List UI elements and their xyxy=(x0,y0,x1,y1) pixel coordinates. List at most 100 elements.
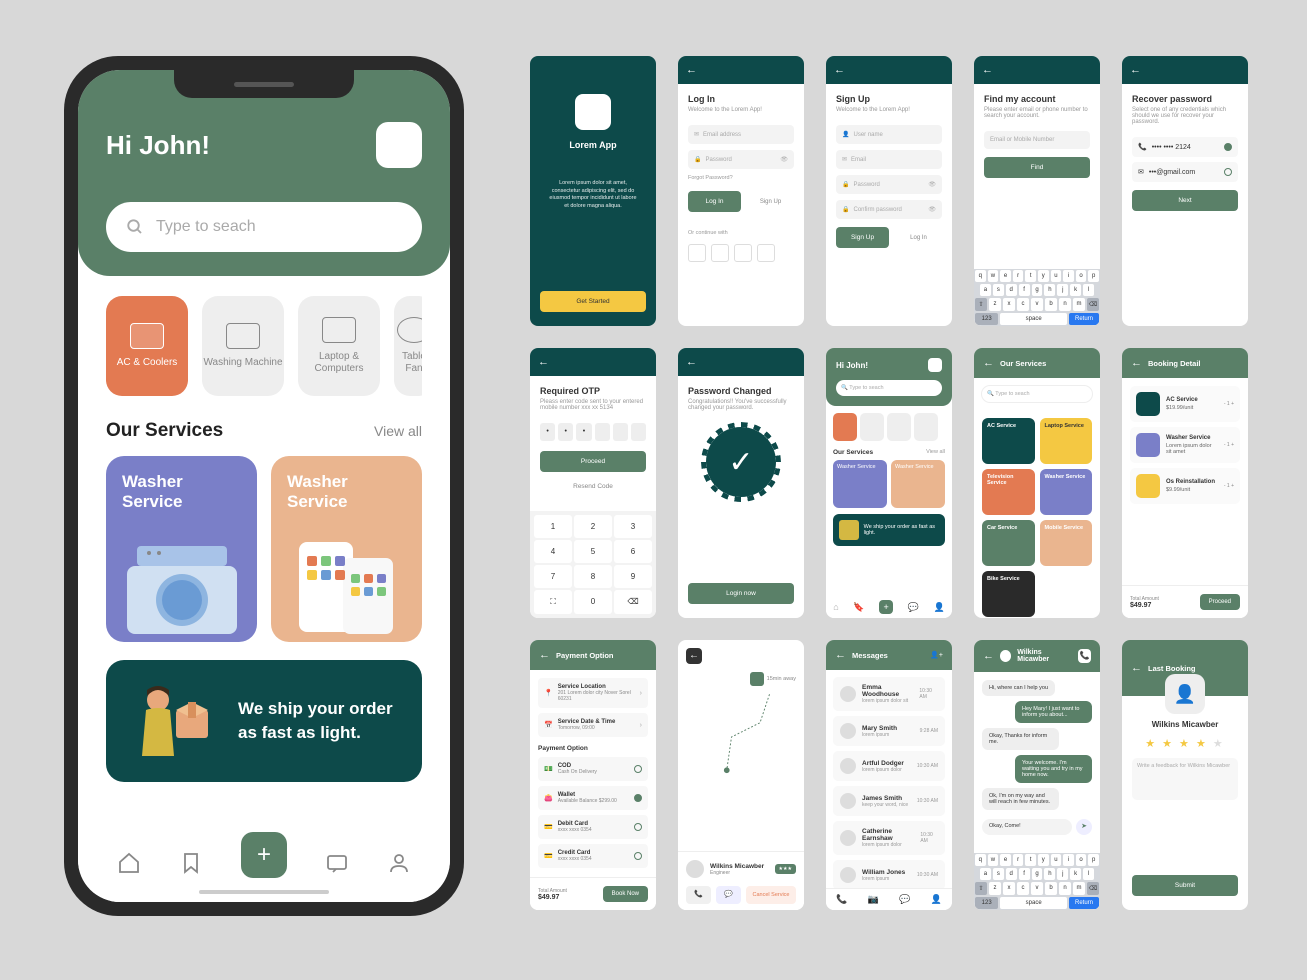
search-placeholder: Type to seach xyxy=(156,218,256,236)
message-button[interactable]: 💬 xyxy=(716,886,741,904)
success-check-icon: ✓ xyxy=(706,427,776,497)
bookmark-icon xyxy=(179,851,203,875)
phone-screen: Hi John! Type to seach AC & Coolers Wash… xyxy=(78,70,450,902)
app-name: Lorem App xyxy=(548,140,638,150)
shipping-banner[interactable]: We ship your order as fast as light. xyxy=(106,660,422,782)
tab-chat[interactable] xyxy=(325,851,349,880)
submit-button[interactable]: Submit xyxy=(1132,875,1238,896)
search-input[interactable]: Type to seach xyxy=(106,202,422,252)
find-button[interactable]: Find xyxy=(984,157,1090,178)
location-icon: 📍 xyxy=(544,689,553,697)
back-icon[interactable]: ← xyxy=(686,356,697,368)
screen-our-services[interactable]: ←Our Services 🔍 Type to seach AC Service… xyxy=(974,348,1100,618)
resend-code-link[interactable]: Resend Code xyxy=(540,476,646,497)
screen-login[interactable]: ← Log In Welcome to the Lorem App! ✉Emai… xyxy=(678,56,804,326)
tab-home[interactable] xyxy=(117,851,141,880)
tab-bookmark[interactable] xyxy=(179,851,203,880)
screen-chat[interactable]: ←Wilkins Micawber📞 Hi, where can I help … xyxy=(974,640,1100,910)
ac-icon xyxy=(130,323,164,349)
service-card-washer-2[interactable]: Washer Service xyxy=(271,456,422,642)
password-input[interactable]: 🔒Password👁 xyxy=(688,150,794,169)
feedback-input[interactable]: Write a feedback for Wilkins Micawber xyxy=(1132,758,1238,800)
book-now-button[interactable]: Book Now xyxy=(603,886,648,902)
login-now-button[interactable]: Login now xyxy=(688,583,794,604)
home-indicator xyxy=(199,890,329,894)
phone-mockup: Hi John! Type to seach AC & Coolers Wash… xyxy=(64,56,464,916)
password-input[interactable]: 🔒Password👁 xyxy=(836,175,942,194)
screen-otp[interactable]: ← Required OTP Pleass enter code sent to… xyxy=(530,348,656,618)
back-icon[interactable]: ← xyxy=(834,64,845,76)
email-input[interactable]: ✉Email xyxy=(836,150,942,169)
tab-profile[interactable] xyxy=(387,851,411,880)
delivery-illustration xyxy=(132,682,220,760)
search-icon xyxy=(126,218,144,236)
back-icon[interactable]: ← xyxy=(1131,357,1142,369)
screen-signup[interactable]: ← Sign Up Welcome to the Lorem App! 👤Use… xyxy=(826,56,952,326)
greeting-text: Hi John! xyxy=(106,130,210,161)
category-list[interactable]: AC & Coolers Washing Machine Laptop & Co… xyxy=(106,296,422,396)
proceed-button[interactable]: Proceed xyxy=(1200,594,1240,610)
laptop-icon xyxy=(322,317,356,343)
proceed-button[interactable]: Proceed xyxy=(540,451,646,472)
category-ac-coolers[interactable]: AC & Coolers xyxy=(106,296,188,396)
confirm-password-input[interactable]: 🔒Confirm password👁 xyxy=(836,200,942,219)
login-button[interactable]: Log In xyxy=(688,191,741,212)
category-washing-machine[interactable]: Washing Machine xyxy=(202,296,284,396)
thumbnails-grid: Lorem App Lorem ipsum dolor sit amet, co… xyxy=(530,56,1248,910)
otp-inputs[interactable]: ••• xyxy=(540,423,646,441)
call-icon[interactable]: 📞 xyxy=(1078,649,1091,663)
avatar-button[interactable] xyxy=(376,122,422,168)
back-icon[interactable]: ← xyxy=(982,64,993,76)
recover-option-phone[interactable]: 📞•••• •••• 2124 xyxy=(1132,137,1238,157)
signup-button[interactable]: Sign Up xyxy=(836,227,889,248)
username-input[interactable]: 👤User name xyxy=(836,125,942,144)
back-icon[interactable]: ← xyxy=(983,650,994,662)
screen-feedback[interactable]: ←Last Booking 👤 Wilkins Micawber ★ ★ ★ ★… xyxy=(1122,640,1248,910)
category-table-fan[interactable]: Table Fan xyxy=(394,296,422,396)
view-all-link[interactable]: View all xyxy=(374,423,422,439)
screen-payment[interactable]: ←Payment Option 📍Service Location201 Lor… xyxy=(530,640,656,910)
cancel-service-button[interactable]: Cancel Service xyxy=(746,886,796,904)
screen-home-mini[interactable]: Hi John! 🔍 Type to seach Our ServicesVie… xyxy=(826,348,952,618)
email-input[interactable]: ✉Email address xyxy=(688,125,794,144)
back-icon[interactable]: ← xyxy=(686,64,697,76)
find-input[interactable]: Email or Mobile Number xyxy=(984,131,1090,149)
screen-messages[interactable]: ←Messages👤+ Emma Woodhouselorem ipsum do… xyxy=(826,640,952,910)
washer-illustration xyxy=(114,538,249,634)
back-icon[interactable]: ← xyxy=(1131,662,1142,674)
screen-tracking[interactable]: ← 15min away Wilkins MicawberEngineer★★★… xyxy=(678,640,804,910)
next-button[interactable]: Next xyxy=(1132,190,1238,211)
phones-illustration xyxy=(279,538,414,634)
back-icon[interactable]: ← xyxy=(835,649,846,661)
rating-stars[interactable]: ★ ★ ★ ★ ★ xyxy=(1122,737,1248,750)
fan-icon xyxy=(397,317,422,343)
screen-recover-password[interactable]: ← Recover password Select one of any cre… xyxy=(1122,56,1248,326)
back-icon[interactable]: ← xyxy=(1130,64,1141,76)
screen-splash[interactable]: Lorem App Lorem ipsum dolor sit amet, co… xyxy=(530,56,656,326)
calendar-icon: 📅 xyxy=(544,721,553,729)
back-icon[interactable]: ← xyxy=(538,356,549,368)
call-button[interactable]: 📞 xyxy=(686,886,711,904)
send-icon[interactable]: ➤ xyxy=(1076,819,1092,835)
get-started-button[interactable]: Get Started xyxy=(540,291,646,312)
keyboard[interactable]: qwertyuiop asdfghjkl ⇧zxcvbnm⌫ 123spaceR… xyxy=(974,853,1100,910)
signup-link[interactable]: Sign Up xyxy=(747,199,794,205)
back-icon[interactable]: ← xyxy=(983,357,994,369)
tab-add-button[interactable]: + xyxy=(241,832,287,878)
back-icon[interactable]: ← xyxy=(686,648,702,664)
screen-find-account[interactable]: ← Find my account Please enter email or … xyxy=(974,56,1100,326)
forgot-password-link[interactable]: Forgot Password? xyxy=(688,175,794,181)
numpad[interactable]: 123456789⛶0⌫ xyxy=(530,511,656,618)
add-contact-icon[interactable]: 👤+ xyxy=(930,651,943,659)
screen-booking-detail[interactable]: ←Booking Detail AC Service$19.99/unit- 1… xyxy=(1122,348,1248,618)
keyboard[interactable]: qwertyuiop asdfghjkl ⇧zxcvbnm⌫ 123spaceR… xyxy=(974,269,1100,326)
recover-option-email[interactable]: ✉•••@gmail.com xyxy=(1132,162,1238,182)
category-laptop-computers[interactable]: Laptop & Computers xyxy=(298,296,380,396)
back-icon[interactable]: ← xyxy=(539,649,550,661)
screen-password-changed[interactable]: ← Password Changed Congratulations!! You… xyxy=(678,348,804,618)
home-icon xyxy=(117,851,141,875)
login-link[interactable]: Log In xyxy=(895,235,942,241)
message-input[interactable]: Okay, Come!➤ xyxy=(982,819,1092,835)
home-header: Hi John! Type to seach xyxy=(78,70,450,276)
service-card-washer-1[interactable]: Washer Service xyxy=(106,456,257,642)
